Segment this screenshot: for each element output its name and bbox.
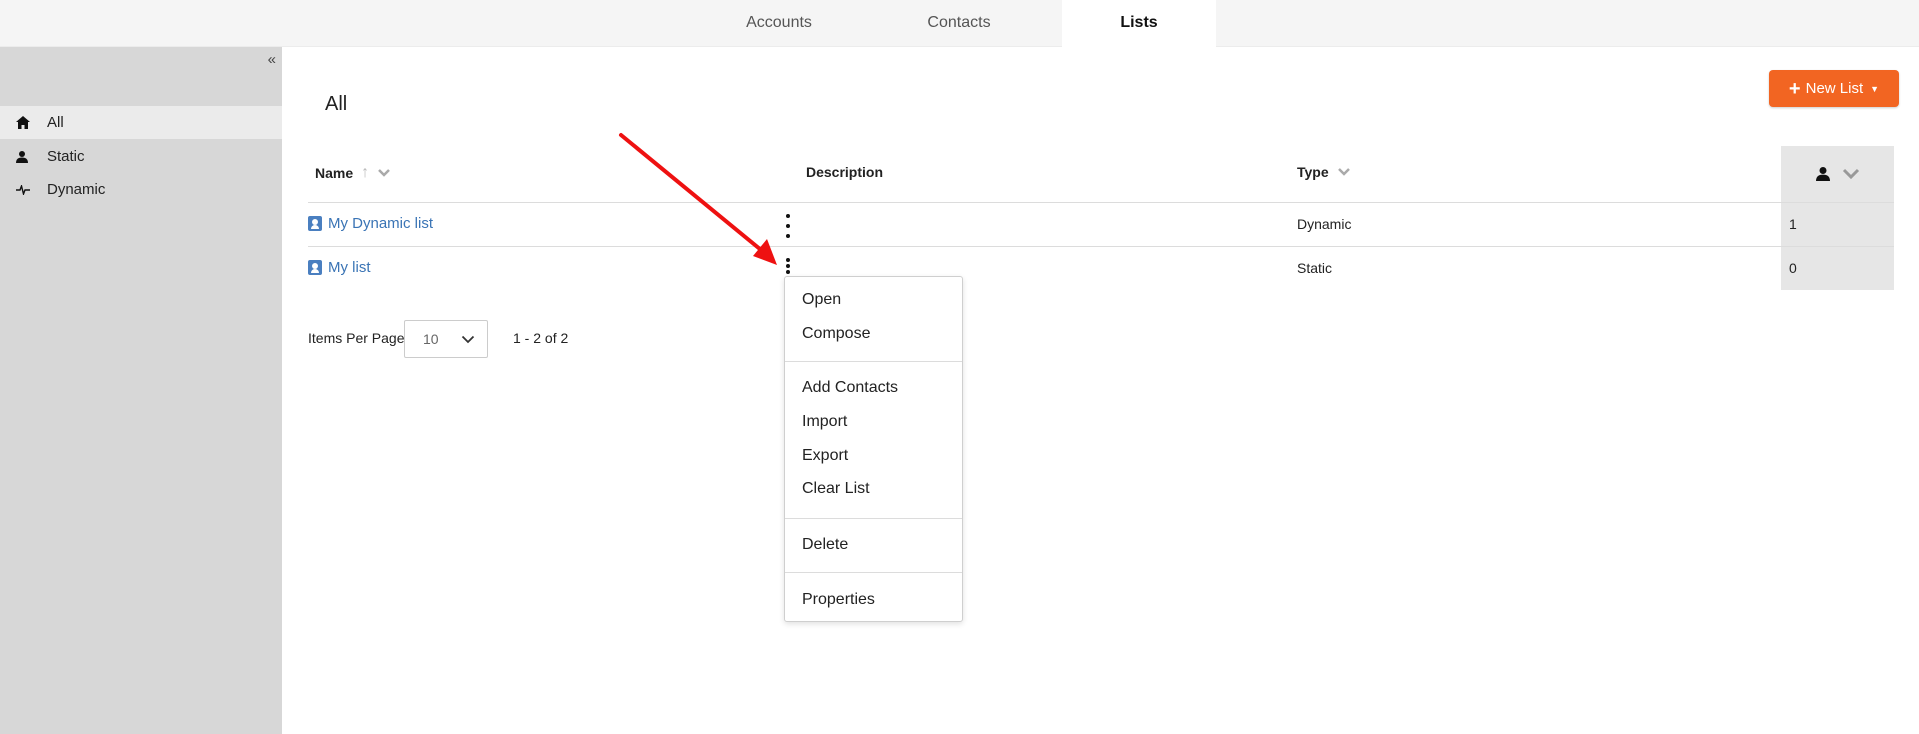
row-type: Dynamic xyxy=(1297,216,1352,232)
row-context-menu: Open Compose Add Contacts Import Export … xyxy=(784,276,963,622)
divider xyxy=(308,246,1894,247)
home-icon xyxy=(0,116,47,129)
tab-contacts[interactable]: Contacts xyxy=(900,0,1018,47)
row-actions-kebab-icon[interactable] xyxy=(781,214,795,238)
menu-item-clear-list[interactable]: Clear List xyxy=(802,480,870,498)
row-count: 0 xyxy=(1789,260,1797,276)
column-header-label: Name xyxy=(315,165,354,181)
sidebar-item-static[interactable]: Static xyxy=(0,140,282,173)
new-list-label: New List xyxy=(1805,80,1864,97)
column-header-description[interactable]: Description xyxy=(806,164,883,180)
row-count: 1 xyxy=(1789,216,1797,232)
pagination-range: 1 - 2 of 2 xyxy=(513,330,569,346)
menu-item-add-contacts[interactable]: Add Contacts xyxy=(802,379,898,397)
sidebar-item-label: All xyxy=(47,114,64,131)
items-per-page-select[interactable]: 10 xyxy=(404,320,488,358)
menu-divider xyxy=(785,572,962,573)
divider xyxy=(308,202,1894,203)
sidebar-item-label: Dynamic xyxy=(47,181,106,198)
new-list-button[interactable]: + New List ▼ xyxy=(1769,70,1899,107)
menu-divider xyxy=(785,518,962,519)
double-chevron-left-icon[interactable]: « xyxy=(268,51,276,68)
table-row-name-link[interactable]: My Dynamic list xyxy=(308,215,433,232)
sort-ascending-icon[interactable]: ↑ xyxy=(361,164,369,182)
row-name-label: My list xyxy=(328,259,371,276)
chevron-down-icon[interactable] xyxy=(1337,167,1351,177)
column-header-label: Type xyxy=(1297,164,1329,180)
caret-down-icon: ▼ xyxy=(1870,83,1880,94)
chevron-down-icon xyxy=(461,335,475,343)
table-row-name-link[interactable]: My list xyxy=(308,259,371,276)
sidebar-item-dynamic[interactable]: Dynamic xyxy=(0,173,282,206)
menu-item-export[interactable]: Export xyxy=(802,447,848,465)
top-tab-bar: Accounts Contacts Lists xyxy=(0,0,1919,48)
contact-list-icon xyxy=(308,260,322,275)
row-type: Static xyxy=(1297,260,1333,276)
count-column-header[interactable] xyxy=(1781,146,1894,202)
column-header-name[interactable]: Name ↑ xyxy=(315,164,391,182)
row-actions-kebab-icon[interactable] xyxy=(781,258,795,274)
person-icon xyxy=(1815,167,1830,181)
contact-list-icon xyxy=(308,216,322,231)
items-per-page-value: 10 xyxy=(423,331,439,347)
tab-accounts[interactable]: Accounts xyxy=(720,0,838,47)
menu-item-import[interactable]: Import xyxy=(802,413,847,431)
chevron-down-icon[interactable] xyxy=(377,168,391,178)
column-header-label: Description xyxy=(806,164,884,180)
menu-divider xyxy=(785,361,962,362)
column-header-type[interactable]: Type xyxy=(1297,164,1351,180)
menu-item-properties[interactable]: Properties xyxy=(802,591,875,609)
row-name-label: My Dynamic list xyxy=(328,215,434,232)
menu-item-delete[interactable]: Delete xyxy=(802,536,848,554)
page-title: All xyxy=(325,93,348,115)
items-per-page-label: Items Per Page xyxy=(308,330,405,346)
plus-icon: + xyxy=(1788,77,1801,100)
sidebar-item-label: Static xyxy=(47,148,85,165)
sidebar-item-all[interactable]: All xyxy=(0,106,282,139)
menu-item-open[interactable]: Open xyxy=(802,291,841,309)
pulse-icon xyxy=(0,184,47,195)
sidebar: « All Static Dynamic xyxy=(0,47,282,734)
menu-item-compose[interactable]: Compose xyxy=(802,325,870,343)
chevron-down-icon[interactable] xyxy=(1842,168,1860,180)
person-icon xyxy=(0,150,47,163)
tab-lists[interactable]: Lists xyxy=(1062,0,1216,48)
